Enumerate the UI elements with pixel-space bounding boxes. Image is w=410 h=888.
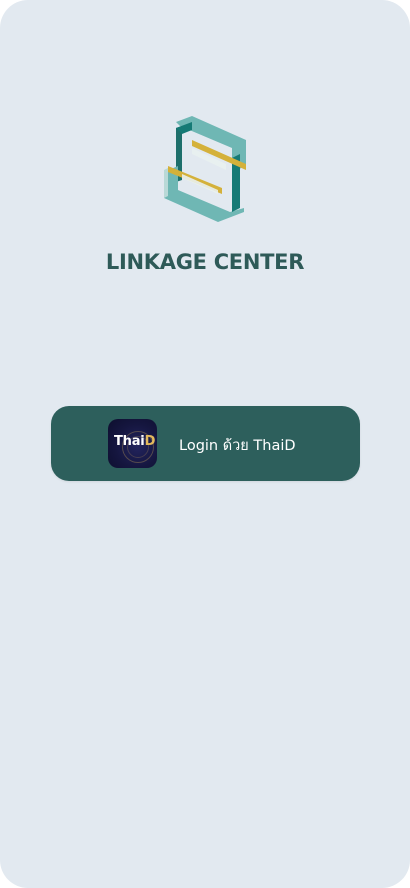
thaid-icon: ThaiD	[108, 419, 157, 468]
login-label: Login ด้วย ThaiD	[179, 438, 296, 454]
app-title: LINKAGE CENTER	[105, 250, 305, 274]
app-screen: LINKAGE CENTER ThaiD Login ด้วย ThaiD	[0, 0, 410, 888]
linkage-center-logo	[164, 116, 246, 222]
thaid-icon-text: ThaiD	[114, 434, 156, 449]
login-thaid-button[interactable]: ThaiD Login ด้วย ThaiD	[51, 406, 360, 481]
